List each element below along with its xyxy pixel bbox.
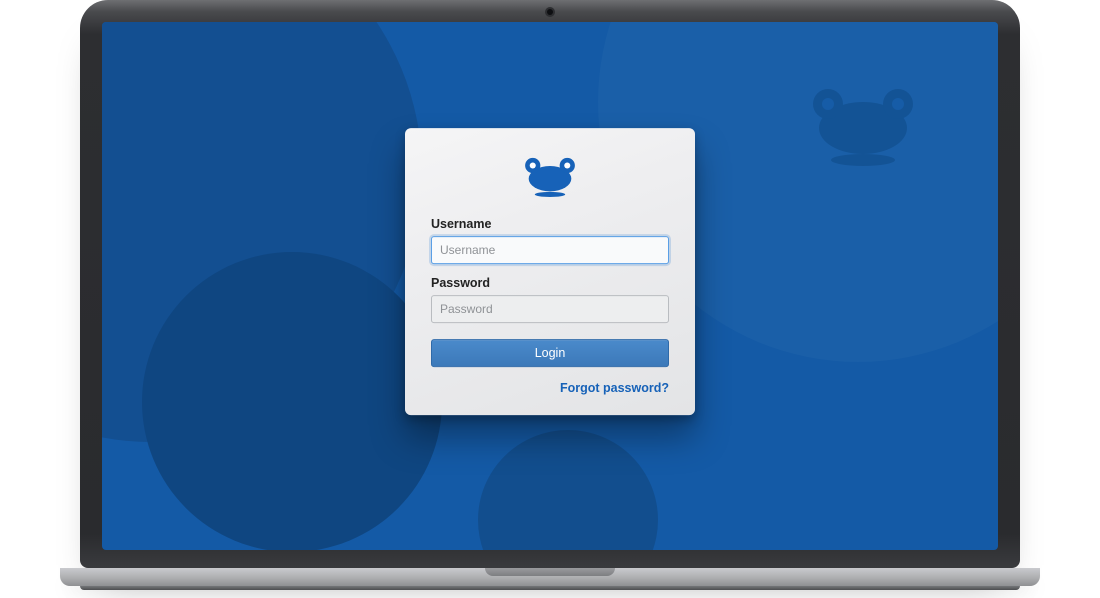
wallpaper-shape	[142, 252, 442, 550]
username-input[interactable]	[431, 236, 669, 264]
laptop-mockup: Username Password Login Forgot password?	[80, 0, 1020, 598]
forgot-row: Forgot password?	[431, 379, 669, 397]
login-button[interactable]: Login	[431, 339, 669, 367]
screen: Username Password Login Forgot password?	[102, 22, 998, 550]
frog-logo-icon	[517, 152, 583, 203]
password-label: Password	[431, 276, 669, 290]
forgot-password-link[interactable]: Forgot password?	[560, 381, 669, 395]
password-input[interactable]	[431, 295, 669, 323]
laptop-lid: Username Password Login Forgot password?	[80, 0, 1020, 568]
username-label: Username	[431, 217, 669, 231]
laptop-base	[60, 568, 1040, 598]
frog-watermark-icon	[798, 78, 928, 173]
laptop-camera-dot	[547, 9, 553, 15]
login-card: Username Password Login Forgot password?	[405, 128, 695, 415]
wallpaper-shape	[478, 430, 658, 550]
logo-container	[431, 148, 669, 217]
